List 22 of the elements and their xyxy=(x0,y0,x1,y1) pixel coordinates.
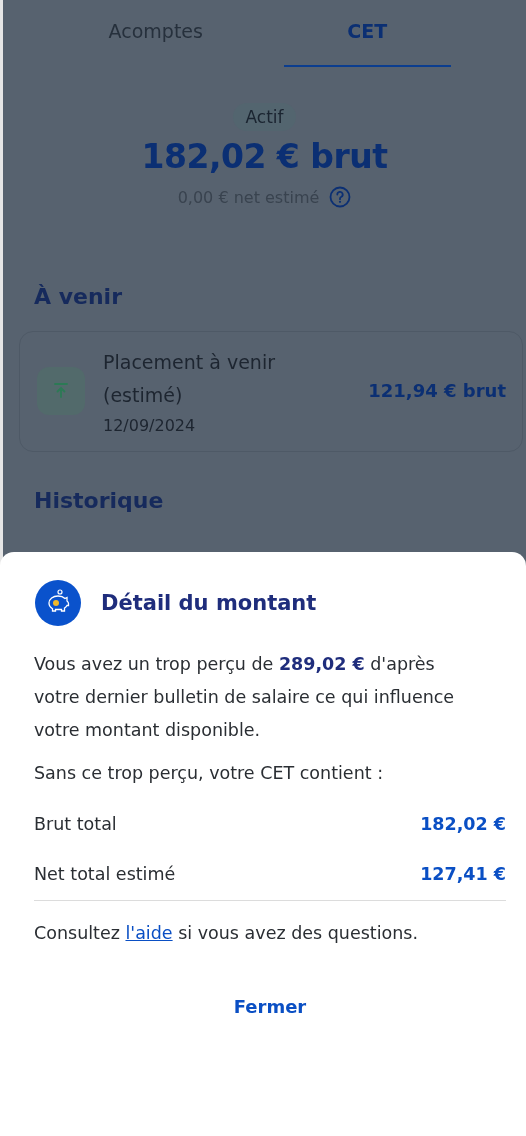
row-value: 127,41 € xyxy=(420,863,506,884)
row-label: Brut total xyxy=(34,813,117,834)
section-title: À venir xyxy=(34,284,123,309)
help-icon[interactable] xyxy=(329,186,352,208)
tab[interactable]: CET xyxy=(283,0,451,67)
row-label: Net total estimé xyxy=(34,863,176,884)
upcoming-card[interactable]: Placement à venir (estimé) 12/09/2024 121,94 € brut xyxy=(19,331,523,452)
help-text: Consultez l'aide si vous avez des questions. xyxy=(34,922,419,945)
intro-text: Sans ce trop perçu, votre CET contient : xyxy=(34,762,385,785)
row-value: 182,02 € xyxy=(420,813,506,834)
item-date: 12/09/2024 xyxy=(103,416,197,435)
close-button[interactable]: Fermer xyxy=(217,988,323,1025)
section-title: Historique xyxy=(34,488,165,513)
total-amount: 182,02 € brut xyxy=(141,137,388,176)
item-amount: 121,94 € brut xyxy=(368,380,506,401)
overpayment-message: Vous avez un trop perçu de 289,02 € d'après votre dernier bulletin de salaire ce qui influence votre montant disponible. xyxy=(34,653,456,742)
upload-icon xyxy=(37,366,85,415)
piggy-bank-icon xyxy=(35,580,81,626)
sheet-title: Détail du montant xyxy=(101,591,317,615)
help-link[interactable]: l'aide xyxy=(125,923,173,943)
status-badge: Actif xyxy=(233,103,296,131)
item-label: Placement à venir (estimé) xyxy=(103,350,276,408)
